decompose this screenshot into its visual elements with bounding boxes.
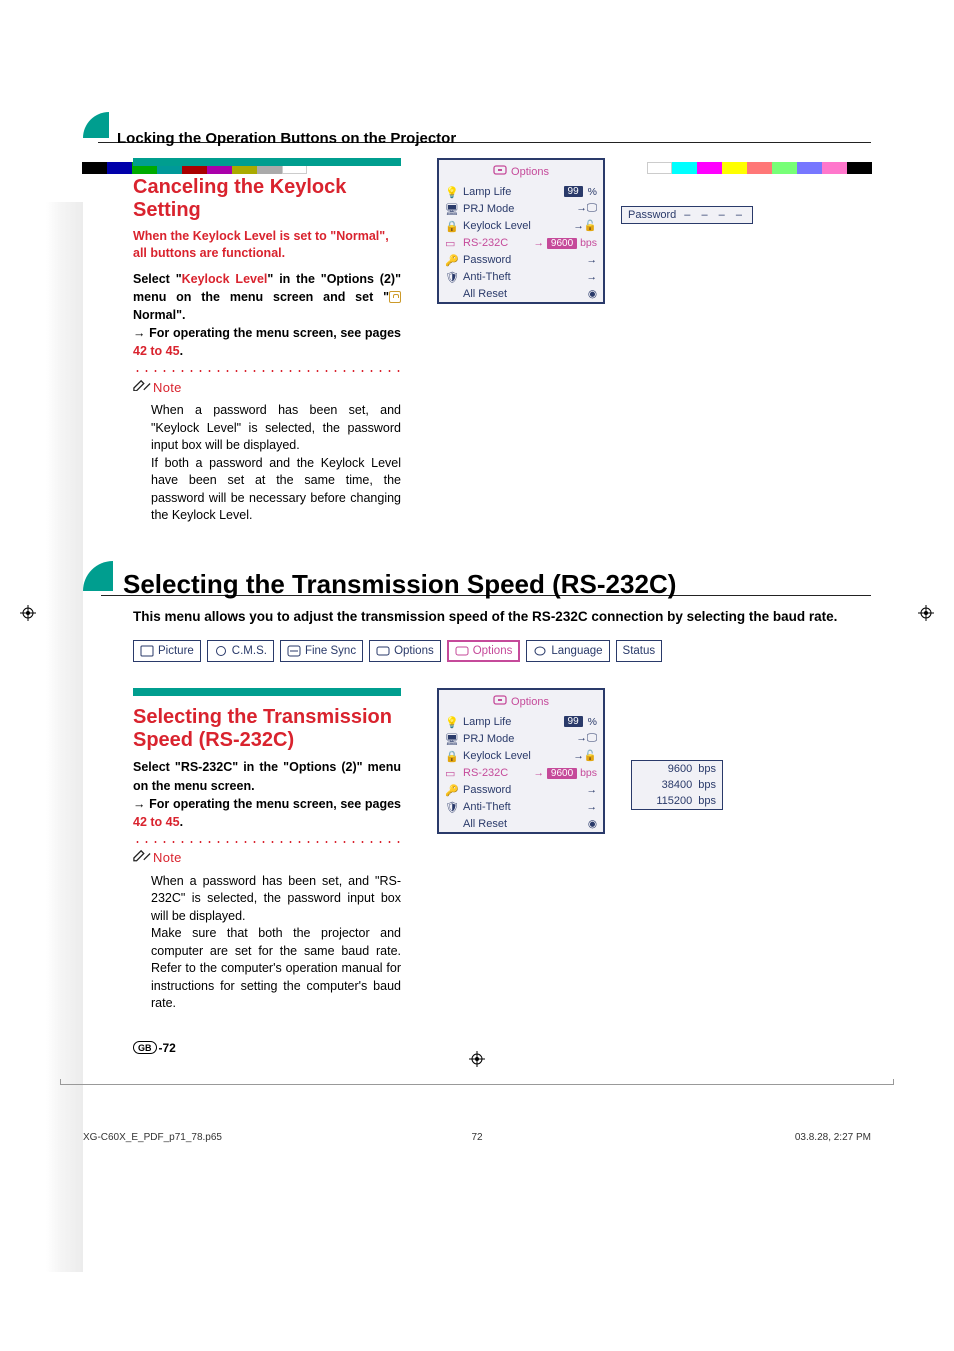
- section1-note: When a password has been set, and "Keylo…: [133, 402, 401, 525]
- registration-target-icon: [20, 605, 36, 621]
- menu-tabs: Picture C.M.S. Fine Sync Options Options…: [133, 640, 871, 662]
- osd-options-panel-2: Options 💡Lamp Life99% 🖥PRJ Mode→🖵 🔒Keylo…: [437, 688, 605, 834]
- tab-options-2: Options: [447, 640, 521, 662]
- note-icon: [133, 378, 151, 396]
- note-icon: [133, 849, 151, 867]
- section2-body2: → For operating the menu screen, see pag…: [133, 795, 401, 831]
- section1-heading: Canceling the Keylock Setting: [133, 176, 401, 222]
- lock-open-icon: [389, 291, 401, 303]
- note-heading: Note: [133, 849, 401, 867]
- tab-status: Status: [616, 640, 663, 662]
- section1-body1: Select "Keylock Level" in the "Options (…: [133, 270, 401, 324]
- trim-line: [60, 1084, 894, 1085]
- enter-icon: ◉: [588, 288, 597, 300]
- tab-fine-sync: Fine Sync: [280, 640, 363, 662]
- password-box: Password – – – –: [621, 206, 753, 224]
- section1-sub: When the Keylock Level is set to "Normal…: [133, 228, 401, 262]
- prj-icon: 🖥: [445, 733, 458, 745]
- section-rule: [133, 158, 401, 166]
- lock-icon: 🔒: [445, 220, 458, 232]
- enter-icon: ◉: [588, 818, 597, 830]
- key-icon: 🔑: [445, 784, 458, 796]
- main-heading-ornament: Selecting the Transmission Speed (RS-232…: [83, 561, 871, 597]
- section2-note: When a password has been set, and "RS-23…: [133, 873, 401, 1013]
- osd-options-panel-1: Options 💡Lamp Life99% 🖥PRJ Mode→🖵 🔒Keylo…: [437, 158, 605, 304]
- port-icon: ▭: [445, 237, 458, 249]
- prj-icon: 🖥: [445, 203, 458, 215]
- tab-language: Language: [526, 640, 609, 662]
- options-icon: [493, 694, 507, 709]
- gb-badge: GB: [133, 1041, 157, 1054]
- dotted-separator: [133, 368, 401, 374]
- tab-cms: C.M.S.: [207, 640, 274, 662]
- section1-body2: → For operating the menu screen, see pag…: [133, 324, 401, 360]
- note-heading: Note: [133, 378, 401, 396]
- page-number: GB -72: [133, 1041, 871, 1055]
- running-title: Locking the Operation Buttons on the Pro…: [117, 130, 456, 147]
- shield-icon: 🛡: [445, 801, 458, 813]
- shield-icon: 🛡: [445, 271, 458, 283]
- baud-rate-list: 9600bps 38400bps 115200bps: [631, 760, 723, 810]
- section2-heading: Selecting the Transmission Speed (RS-232…: [133, 706, 401, 752]
- dotted-separator: [133, 839, 401, 845]
- running-header: Locking the Operation Buttons on the Pro…: [83, 112, 871, 144]
- main-heading: Selecting the Transmission Speed (RS-232…: [123, 569, 676, 600]
- key-icon: 🔑: [445, 254, 458, 266]
- port-icon: ▭: [445, 767, 458, 779]
- print-footer: XG-C60X_E_PDF_p71_78.p65 72 03.8.28, 2:2…: [83, 1132, 871, 1143]
- tab-options-1: Options: [369, 640, 441, 662]
- lamp-icon: 💡: [445, 186, 458, 198]
- section-rule: [133, 688, 401, 696]
- section2-body1: Select "RS-232C" in the "Options (2)" me…: [133, 758, 401, 794]
- side-gradient: [46, 202, 83, 1272]
- lamp-icon: 💡: [445, 716, 458, 728]
- main-intro: This menu allows you to adjust the trans…: [133, 607, 871, 627]
- options-icon: [493, 164, 507, 179]
- lock-icon: 🔒: [445, 750, 458, 762]
- tab-picture: Picture: [133, 640, 201, 662]
- registration-target-icon: [918, 605, 934, 621]
